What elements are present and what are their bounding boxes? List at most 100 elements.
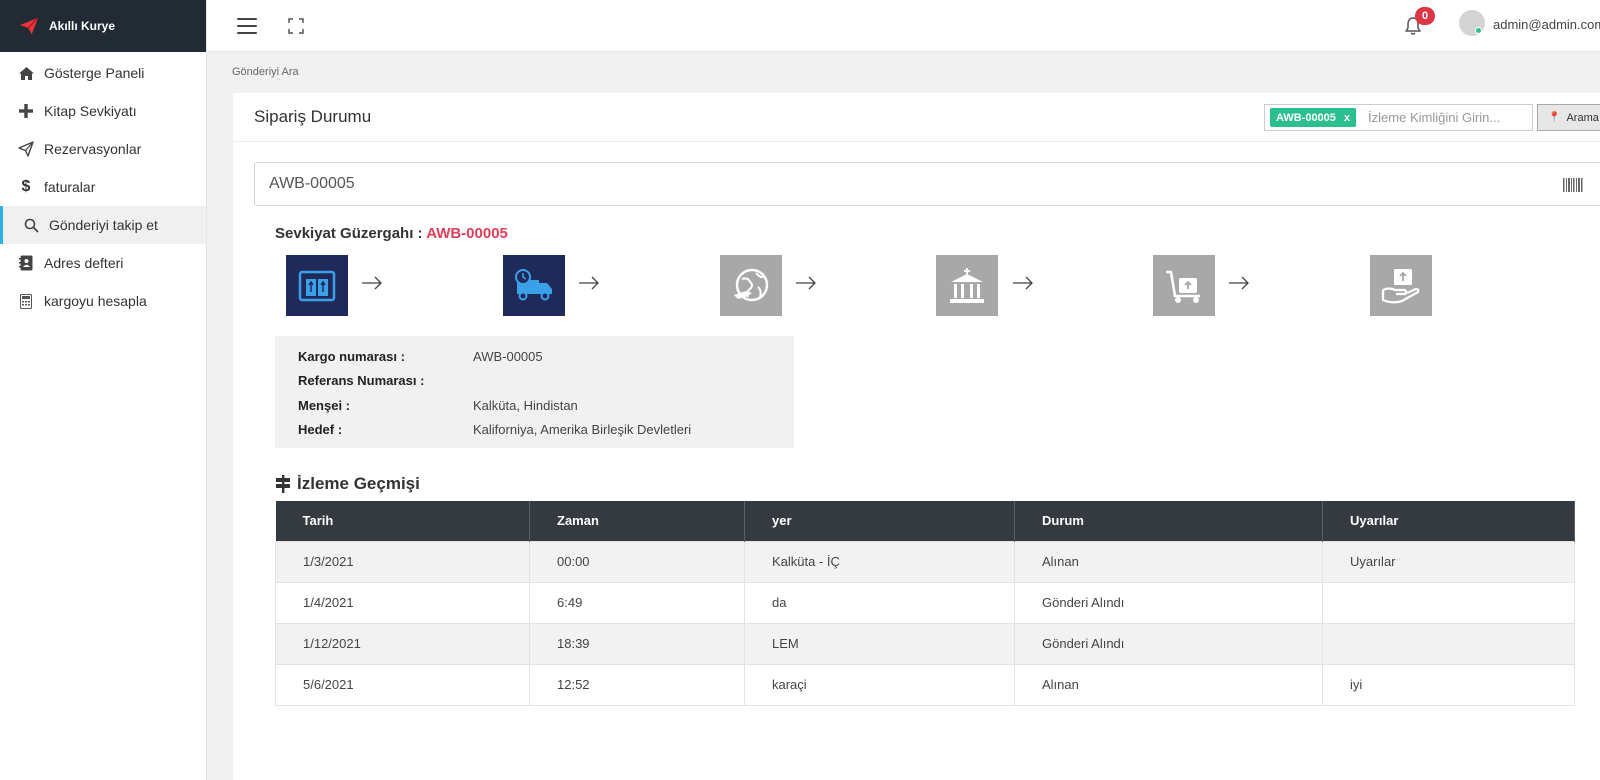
cell-time: 12:52 [529, 663, 745, 706]
column-header-status[interactable]: Durum [1014, 501, 1323, 541]
paper-plane-logo-icon [19, 17, 39, 35]
cell-location: karaçi [744, 663, 1015, 706]
cell-remarks: iyi [1322, 663, 1575, 706]
hand-trolley-icon [1166, 270, 1200, 303]
cell-location: LEM [744, 622, 1015, 665]
sidebar-item-address-book[interactable]: Adres defteri [0, 244, 206, 282]
info-row-reference: Referans Numarası : [298, 369, 794, 394]
cargo-number-label: Kargo numarası : [298, 348, 405, 364]
warehouse-boxes-icon [298, 270, 336, 301]
cell-remarks [1322, 581, 1575, 624]
map-pin-icon: 📍 [1548, 112, 1561, 123]
table-row: 5/6/2021 12:52 karaçi Alınan iyi [275, 663, 1575, 706]
route-title-label: Sevkiyat Güzergahı : [275, 225, 423, 242]
brand-name: Akıllı Kurye [49, 19, 116, 33]
card-header: Sipariş Durumu AWB-00005 x İzleme Kimliğ… [233, 93, 1600, 142]
sidebar-nav: Gösterge Paneli Kitap Sevkiyatı Rezervas… [0, 54, 206, 320]
route-arrow-icon [796, 276, 816, 290]
tracking-tag-label: AWB-00005 [1276, 111, 1336, 124]
cell-date: 1/4/2021 [275, 581, 530, 624]
tracking-history-table: Tarih Zaman yer Durum Uyarılar 1/3/2021 … [275, 501, 1575, 706]
awb-number-value: AWB-00005 [269, 175, 355, 192]
sidebar-item-reservations[interactable]: Rezervasyonlar [0, 130, 206, 168]
calculator-icon [17, 292, 35, 310]
sidebar-item-label: Kitap Sevkiyatı [44, 103, 137, 119]
origin-label: Menşei : [298, 397, 351, 413]
cell-time: 18:39 [529, 622, 745, 665]
info-row-cargo-number: Kargo numarası : AWB-00005 [298, 344, 794, 369]
cell-status: Gönderi Alındı [1014, 622, 1323, 665]
globe-plane-icon [734, 268, 769, 301]
tracking-input-placeholder[interactable]: İzleme Kimliğini Girin... [1368, 110, 1500, 125]
step-warehouse [286, 255, 348, 316]
column-header-location[interactable]: yer [744, 501, 1015, 541]
order-status-card: Sipariş Durumu AWB-00005 x İzleme Kimliğ… [233, 93, 1600, 780]
route-arrow-icon [579, 276, 599, 290]
cell-time: 6:49 [529, 581, 745, 624]
paper-plane-icon [17, 140, 35, 158]
cell-date: 5/6/2021 [275, 663, 530, 706]
top-header: 0 admin@admin.com [207, 0, 1600, 52]
cell-status: Gönderi Alındı [1014, 581, 1323, 624]
cell-date: 1/12/2021 [275, 622, 530, 665]
route-awb-number: AWB-00005 [426, 225, 508, 242]
cell-remarks [1322, 622, 1575, 665]
tracking-tag: AWB-00005 x [1270, 108, 1357, 127]
dollar-icon: $ [21, 178, 31, 195]
search-icon [22, 216, 40, 234]
sidebar-item-dashboard[interactable]: Gösterge Paneli [0, 54, 206, 92]
table-row: 1/12/2021 18:39 LEM Gönderi Alındı [275, 622, 1575, 665]
brand[interactable]: Akıllı Kurye [0, 0, 206, 52]
signpost-icon [276, 475, 290, 493]
menu-toggle-icon[interactable] [237, 17, 257, 34]
delivery-truck-icon [515, 268, 552, 300]
remove-tag-button[interactable]: x [1344, 112, 1350, 124]
search-button[interactable]: 📍 Arama [1537, 104, 1600, 131]
route-arrow-icon [1229, 276, 1249, 290]
sidebar-item-label: Gösterge Paneli [44, 65, 145, 81]
notification-badge: 0 [1415, 7, 1435, 25]
shipment-info-panel: Kargo numarası : AWB-00005 Referans Numa… [275, 336, 794, 448]
column-header-remarks[interactable]: Uyarılar [1322, 501, 1575, 541]
page-title: Sipariş Durumu [254, 107, 372, 126]
sidebar-item-invoices[interactable]: $ faturalar [0, 168, 206, 206]
home-icon [17, 64, 35, 82]
sidebar-item-calculate-cargo[interactable]: kargoyu hesapla [0, 282, 206, 320]
cell-remarks: Uyarılar [1322, 540, 1575, 583]
step-delivered [1370, 255, 1432, 316]
awb-number-field[interactable]: AWB-00005 [254, 162, 1600, 206]
tracking-history-title: İzleme Geçmişi [275, 474, 420, 494]
fullscreen-icon[interactable] [288, 17, 304, 34]
info-row-origin: Menşei : Kalküta, Hindistan [298, 393, 794, 418]
cargo-number-value: AWB-00005 [473, 348, 543, 364]
cell-time: 00:00 [529, 540, 745, 583]
origin-value: Kalküta, Hindistan [473, 397, 578, 413]
table-row: 1/3/2021 00:00 Kalküta - İÇ Alınan Uyarı… [275, 540, 1575, 583]
column-header-date[interactable]: Tarih [275, 501, 530, 541]
sidebar-item-label: kargoyu hesapla [44, 293, 147, 309]
address-book-icon [17, 254, 35, 272]
step-in-transit [503, 255, 565, 316]
hand-package-icon [1381, 268, 1420, 303]
step-customs [936, 255, 998, 316]
customs-building-icon [950, 267, 984, 303]
sidebar-item-book-shipment[interactable]: Kitap Sevkiyatı [0, 92, 206, 130]
cell-status: Alınan [1014, 663, 1323, 706]
table-header-row: Tarih Zaman yer Durum Uyarılar [275, 501, 1575, 541]
barcode-icon[interactable] [1563, 178, 1583, 192]
cell-date: 1/3/2021 [275, 540, 530, 583]
column-header-time[interactable]: Zaman [529, 501, 745, 541]
online-status-icon [1475, 27, 1482, 34]
route-arrow-icon [1013, 276, 1033, 290]
sidebar-item-label: Gönderiyi takip et [49, 217, 158, 233]
reference-number-label: Referans Numarası : [298, 373, 425, 389]
tracking-history-label: İzleme Geçmişi [297, 474, 420, 493]
cell-location: Kalküta - İÇ [744, 540, 1015, 583]
sidebar-item-track-shipment[interactable]: Gönderiyi takip et [0, 206, 206, 244]
user-email[interactable]: admin@admin.com [1493, 17, 1600, 32]
cell-status: Alınan [1014, 540, 1323, 583]
table-row: 1/4/2021 6:49 da Gönderi Alındı [275, 581, 1575, 624]
sidebar-item-label: Adres defteri [44, 255, 124, 271]
tracking-id-input[interactable]: AWB-00005 x İzleme Kimliğini Girin... [1264, 104, 1533, 131]
plus-icon [17, 102, 35, 120]
